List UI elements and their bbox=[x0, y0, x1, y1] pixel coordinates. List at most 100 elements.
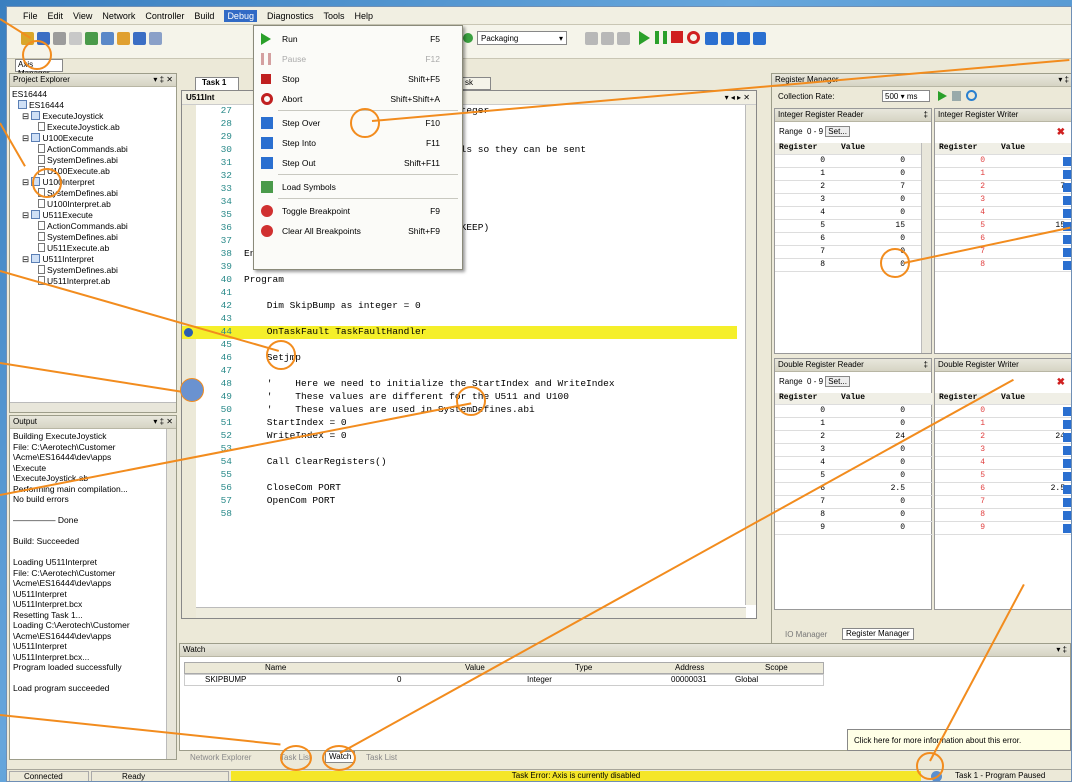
task-error-status[interactable]: Task Error: Axis is currently disabled bbox=[231, 771, 921, 781]
debug-toggle-breakpoint[interactable]: Toggle Breakpoint F9 bbox=[254, 202, 462, 220]
code-line[interactable]: 55 bbox=[182, 469, 737, 482]
download-icon[interactable] bbox=[617, 32, 630, 45]
settings-icon[interactable] bbox=[149, 32, 162, 45]
register-row[interactable]: 2 24 bbox=[935, 432, 1071, 444]
pin-icon[interactable]: ▾ ‡ bbox=[1058, 75, 1069, 85]
start-collection-icon[interactable] bbox=[938, 91, 947, 101]
debug-load-symbols[interactable]: Load Symbols bbox=[254, 178, 462, 196]
clear-icon[interactable]: ✖ bbox=[1057, 127, 1065, 138]
tree-item[interactable]: ⊟ U100Execute bbox=[12, 133, 174, 144]
write-arrow-icon[interactable] bbox=[1063, 433, 1071, 442]
tree-item[interactable]: ⊟ U511Interpret bbox=[12, 254, 174, 265]
editor-horizontal-scrollbar[interactable] bbox=[196, 607, 746, 618]
pin-close-icons[interactable]: ▾ ‡ ✕ bbox=[153, 75, 173, 85]
pause-icon[interactable] bbox=[655, 31, 667, 44]
register-row[interactable]: 8 bbox=[935, 260, 1071, 272]
register-row[interactable]: 0 bbox=[935, 156, 1071, 168]
register-row[interactable]: 1 bbox=[935, 419, 1071, 431]
tree-item[interactable]: ⊟ U511Execute bbox=[12, 210, 174, 221]
tab-network-explorer[interactable]: Network Explorer bbox=[187, 753, 254, 765]
write-arrow-icon[interactable] bbox=[1063, 261, 1071, 270]
horizontal-scrollbar[interactable] bbox=[10, 402, 176, 412]
register-value[interactable]: 24 bbox=[1025, 432, 1065, 441]
code-line[interactable]: 53 bbox=[182, 443, 737, 456]
code-line[interactable]: 47 bbox=[182, 365, 737, 378]
write-arrow-icon[interactable] bbox=[1063, 459, 1071, 468]
register-row[interactable]: 5 bbox=[935, 471, 1071, 483]
menu-file[interactable]: File bbox=[23, 11, 38, 21]
code-line[interactable]: 54 Call ClearRegisters() bbox=[182, 456, 737, 469]
tree-item[interactable]: ActionCommands.abi bbox=[12, 144, 174, 155]
code-line[interactable]: 58 bbox=[182, 508, 737, 521]
write-arrow-icon[interactable] bbox=[1063, 209, 1071, 218]
write-arrow-icon[interactable] bbox=[1063, 235, 1071, 244]
tab-register-manager[interactable]: Register Manager bbox=[842, 628, 914, 640]
abort-icon[interactable] bbox=[687, 31, 700, 44]
debug-pause[interactable]: Pause F12 bbox=[254, 50, 462, 68]
build-icon[interactable] bbox=[133, 32, 146, 45]
refresh-icon[interactable] bbox=[966, 90, 977, 101]
stop-collection-icon[interactable] bbox=[952, 91, 961, 101]
tree-item[interactable]: SystemDefines.abi bbox=[12, 265, 174, 276]
menu-diagnostics[interactable]: Diagnostics bbox=[267, 11, 314, 21]
menu-help[interactable]: Help bbox=[355, 11, 374, 21]
register-row[interactable]: 3 bbox=[935, 195, 1071, 207]
copy-icon[interactable] bbox=[69, 32, 82, 45]
code-line[interactable]: 51 StartIndex = 0 bbox=[182, 417, 737, 430]
code-line[interactable]: 56 CloseCom PORT bbox=[182, 482, 737, 495]
write-arrow-icon[interactable] bbox=[1063, 196, 1071, 205]
register-value[interactable]: 7 bbox=[1025, 182, 1065, 191]
tree-item[interactable]: ExecuteJoystick.ab bbox=[12, 122, 174, 133]
write-arrow-icon[interactable] bbox=[1063, 485, 1071, 494]
write-arrow-icon[interactable] bbox=[1063, 511, 1071, 520]
vertical-scrollbar[interactable] bbox=[166, 429, 176, 759]
menu-view[interactable]: View bbox=[73, 11, 92, 21]
write-arrow-icon[interactable] bbox=[1063, 157, 1071, 166]
editor-tab-hidden[interactable]: sk bbox=[461, 77, 491, 90]
watch-row[interactable]: SKIPBUMP 0 Integer 00000031 Global bbox=[184, 674, 824, 686]
run-icon[interactable] bbox=[639, 31, 650, 45]
set-range-button[interactable]: Set... bbox=[825, 126, 850, 137]
menu-controller[interactable]: Controller bbox=[145, 11, 184, 21]
write-arrow-icon[interactable] bbox=[1063, 524, 1071, 533]
write-arrow-icon[interactable] bbox=[1063, 446, 1071, 455]
code-line[interactable]: 41 bbox=[182, 287, 737, 300]
write-arrow-icon[interactable] bbox=[1063, 472, 1071, 481]
tree-item[interactable]: ⊟ ExecuteJoystick bbox=[12, 111, 174, 122]
code-line[interactable]: 52 WriteIndex = 0 bbox=[182, 430, 737, 443]
pin-close-icons[interactable]: ▾ ‡ ✕ bbox=[153, 417, 173, 427]
write-arrow-icon[interactable] bbox=[1063, 248, 1071, 257]
current-line-marker-icon[interactable] bbox=[184, 328, 193, 337]
range-control[interactable]: Range 0 - 9 Set... bbox=[779, 376, 850, 387]
step-back-icon[interactable] bbox=[753, 32, 766, 45]
write-arrow-icon[interactable] bbox=[1063, 420, 1071, 429]
register-row[interactable]: 8 bbox=[935, 510, 1071, 522]
menu-edit[interactable]: Edit bbox=[48, 11, 64, 21]
tree-item[interactable]: SystemDefines.abi bbox=[12, 155, 174, 166]
close-icon[interactable]: ▾ ◂ ▸ ✕ bbox=[725, 93, 750, 102]
register-row[interactable]: 7 bbox=[935, 497, 1071, 509]
editor-vertical-scrollbar[interactable] bbox=[745, 105, 756, 605]
step-out-icon[interactable] bbox=[737, 32, 750, 45]
tab-io-manager[interactable]: IO Manager bbox=[782, 630, 830, 642]
write-arrow-icon[interactable] bbox=[1063, 498, 1071, 507]
register-row[interactable]: 3 bbox=[935, 445, 1071, 457]
menu-tools[interactable]: Tools bbox=[324, 11, 345, 21]
clear-icon[interactable]: ✖ bbox=[1057, 377, 1065, 388]
tree-item[interactable]: ES16444 bbox=[12, 89, 174, 100]
code-line[interactable]: 43 bbox=[182, 313, 737, 326]
register-value[interactable]: 2.5 bbox=[1025, 484, 1065, 493]
undo-icon[interactable] bbox=[101, 32, 114, 45]
pin-icon[interactable]: ▾ ‡ bbox=[1056, 645, 1067, 655]
debug-step-out[interactable]: Step Out Shift+F11 bbox=[254, 154, 462, 172]
write-arrow-icon[interactable] bbox=[1063, 183, 1071, 192]
register-row[interactable]: 4 bbox=[935, 458, 1071, 470]
disconnect-icon[interactable] bbox=[601, 32, 614, 45]
tree-item[interactable]: U511Execute.ab bbox=[12, 243, 174, 254]
tree-item[interactable]: U100Interpret.ab bbox=[12, 199, 174, 210]
pin-icon[interactable]: ‡ bbox=[924, 110, 928, 120]
editor-tab-task1[interactable]: Task 1 bbox=[195, 77, 239, 90]
code-line[interactable]: 42 Dim SkipBump as integer = 0 bbox=[182, 300, 737, 313]
register-row[interactable]: 27 bbox=[935, 182, 1071, 194]
write-arrow-icon[interactable] bbox=[1063, 407, 1071, 416]
